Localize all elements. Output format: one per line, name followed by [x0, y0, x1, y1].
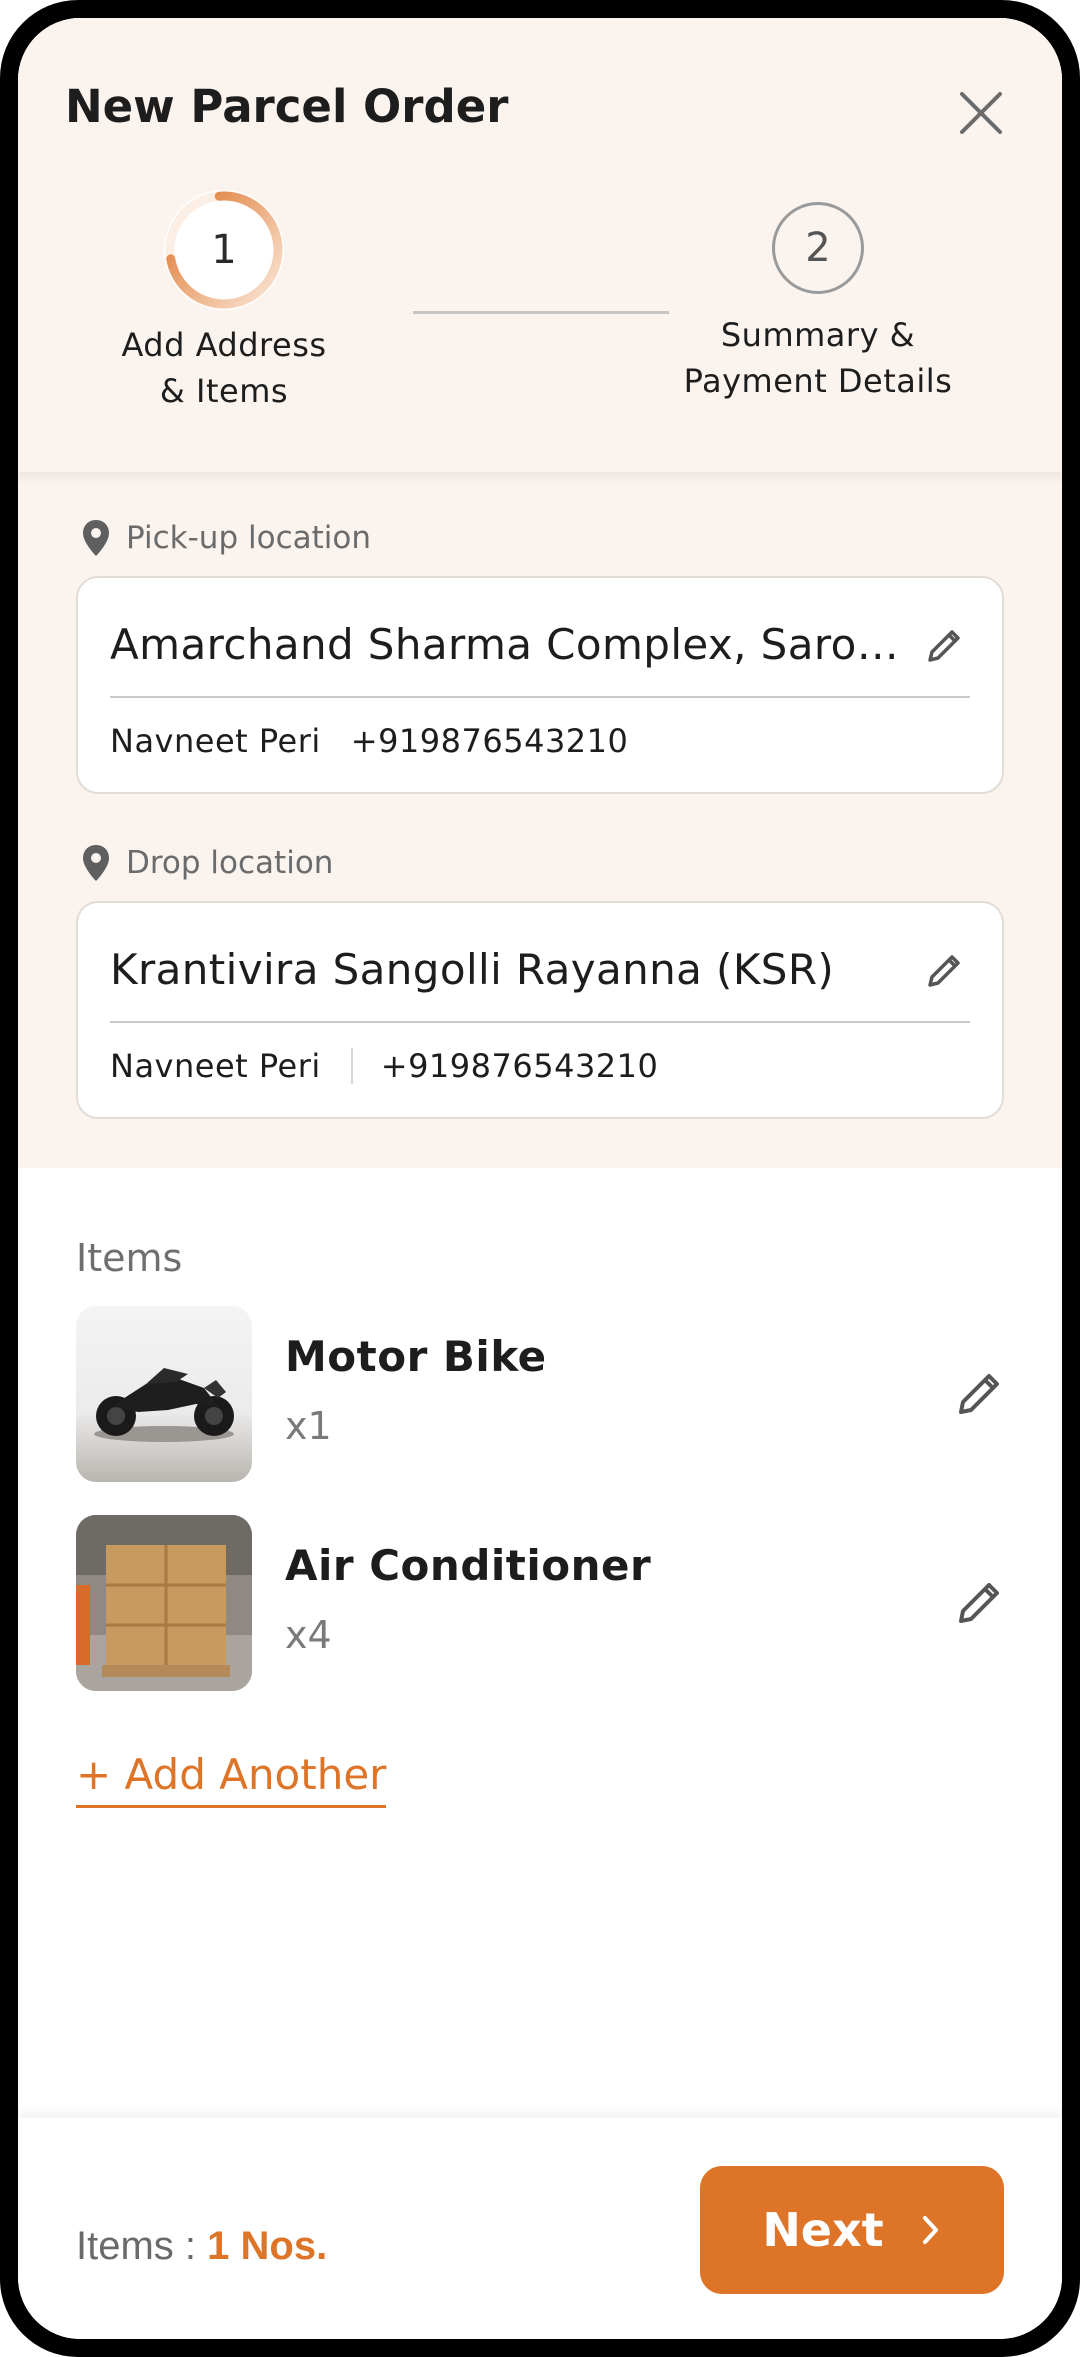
pickup-address: Amarchand Sharma Complex, Sarojini Nagar [110, 620, 910, 669]
step-2-label-line1: Summary & [720, 316, 916, 354]
step-1-label-line1: Add Address [121, 326, 327, 364]
items-count: Items : 1 Nos. [76, 2224, 327, 2269]
drop-label: Drop location [80, 843, 333, 883]
add-another-link[interactable]: + Add Another [76, 1750, 387, 1808]
step-2-number: 2 [805, 225, 831, 271]
edit-drop-icon[interactable] [924, 949, 966, 991]
location-pin-icon [83, 845, 109, 881]
step-2-label: Summary & Payment Details [668, 312, 968, 404]
motorbike-thumbnail [76, 1306, 252, 1482]
items-count-value: 1 Nos. [207, 2224, 328, 2268]
step-connector [413, 311, 669, 314]
card-divider [110, 696, 970, 698]
next-button-label: Next [762, 2203, 884, 2257]
next-button[interactable]: Next [700, 2166, 1004, 2294]
location-pin-icon [83, 520, 109, 556]
step-1-label-line2: & Items [159, 372, 289, 410]
air-conditioner-thumbnail [76, 1515, 252, 1691]
drop-address: Krantivira Sangolli Rayanna (KSR) [110, 945, 835, 994]
drop-contact-phone: +919876543210 [380, 1047, 659, 1085]
pickup-contact-phone: +919876543210 [350, 722, 629, 760]
order-header: New Parcel Order 1 Add Address & Items 2… [18, 18, 1062, 472]
drop-contact: Navneet Peri +919876543210 [110, 1047, 658, 1085]
device-frame: New Parcel Order 1 Add Address & Items 2… [0, 0, 1080, 2357]
page-title: New Parcel Order [65, 80, 509, 133]
edit-item-icon[interactable] [953, 1366, 1007, 1420]
list-item[interactable]: Air Conditioner x4 [76, 1515, 1016, 1691]
screen: New Parcel Order 1 Add Address & Items 2… [18, 18, 1062, 2339]
edit-pickup-icon[interactable] [924, 624, 966, 666]
item-name: Motor Bike [285, 1332, 547, 1381]
items-count-label: Items : [76, 2224, 208, 2268]
step-2-label-line2: Payment Details [683, 362, 953, 400]
card-divider [110, 1021, 970, 1023]
step-1-label: Add Address & Items [115, 322, 333, 414]
drop-contact-name: Navneet Peri [110, 1047, 321, 1085]
item-quantity: x4 [285, 1613, 332, 1657]
bottom-bar: Items : 1 Nos. Next [18, 2118, 1062, 2339]
list-item[interactable]: Motor Bike x1 [76, 1306, 1016, 1482]
item-name: Air Conditioner [285, 1541, 652, 1590]
pickup-label-text: Pick-up location [126, 520, 371, 556]
items-heading: Items [76, 1236, 183, 1280]
item-quantity: x1 [285, 1404, 332, 1448]
step-1-circle: 1 [164, 190, 284, 310]
pickup-label: Pick-up location [80, 518, 371, 558]
drop-label-text: Drop location [126, 845, 334, 881]
edit-item-icon[interactable] [953, 1575, 1007, 1629]
pickup-contact-name: Navneet Peri [110, 722, 321, 760]
step-1: 1 Add Address & Items [115, 190, 333, 414]
pickup-contact: Navneet Peri +919876543210 [110, 722, 628, 760]
step-2-circle: 2 [772, 202, 864, 294]
pickup-card[interactable]: Amarchand Sharma Complex, Sarojini Nagar… [76, 576, 1004, 794]
chevron-right-icon [922, 2216, 938, 2244]
step-1-number: 1 [211, 227, 237, 273]
contact-separator [350, 1048, 353, 1084]
drop-card[interactable]: Krantivira Sangolli Rayanna (KSR) Navnee… [76, 901, 1004, 1119]
close-icon[interactable] [954, 86, 1008, 140]
step-2: 2 Summary & Payment Details [668, 202, 968, 404]
